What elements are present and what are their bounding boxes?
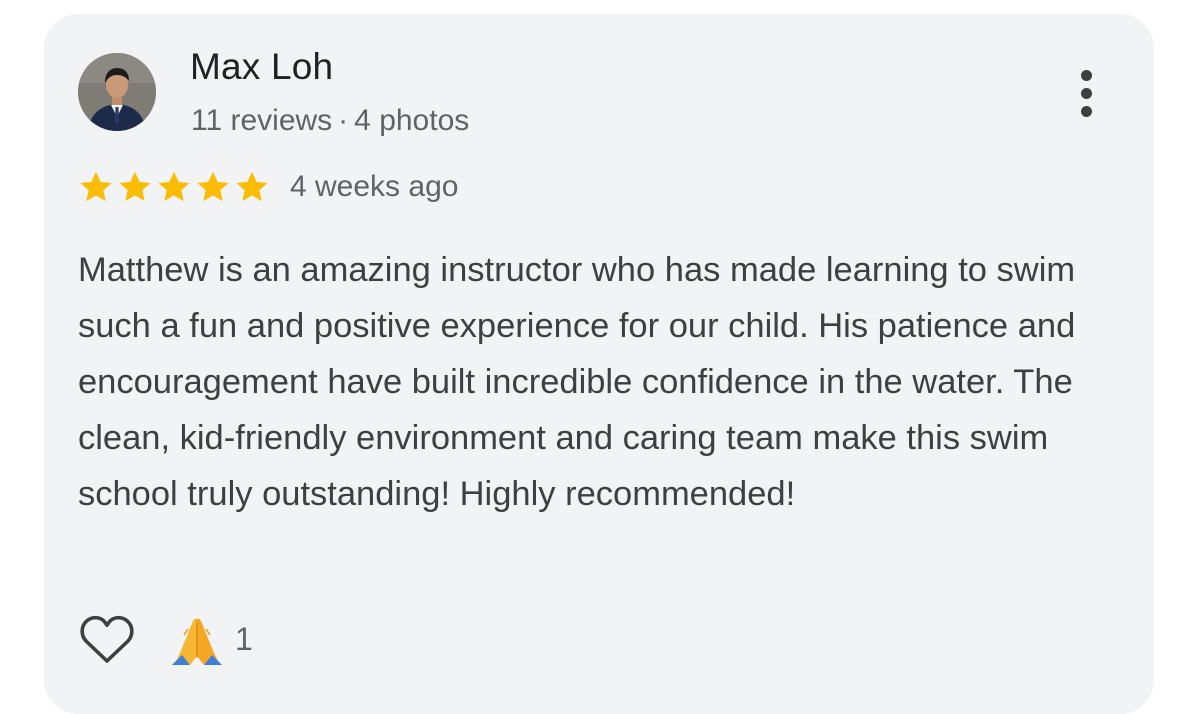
review-card: Max Loh 11 reviews · 4 photos 4 weeks ago … bbox=[44, 14, 1154, 714]
author-name[interactable]: Max Loh bbox=[190, 46, 333, 88]
more-vertical-icon bbox=[1081, 70, 1092, 81]
meta-separator: · bbox=[338, 104, 349, 137]
review-count: 11 reviews bbox=[191, 104, 333, 137]
reaction-count: 1 bbox=[235, 621, 253, 657]
photo-count: 4 photos bbox=[354, 104, 470, 137]
review-text: Matthew is an amazing instructor who has… bbox=[78, 251, 1076, 513]
star-icon bbox=[197, 171, 229, 202]
author-stats: 11 reviews · 4 photos bbox=[191, 104, 469, 138]
folded-hands-icon bbox=[172, 618, 222, 665]
star-icon bbox=[80, 171, 112, 202]
more-options-button[interactable] bbox=[1074, 68, 1100, 120]
more-vertical-icon-dot-2 bbox=[1081, 88, 1092, 99]
star-icon bbox=[119, 171, 151, 202]
review-time: 4 weeks ago bbox=[290, 170, 459, 203]
heart-outline-icon bbox=[80, 615, 134, 663]
star-rating bbox=[78, 169, 270, 205]
like-button[interactable] bbox=[78, 614, 136, 666]
author-avatar[interactable] bbox=[78, 53, 156, 131]
more-vertical-icon-dot-3 bbox=[1081, 106, 1092, 117]
star-icon bbox=[158, 171, 190, 202]
star-icon bbox=[236, 171, 268, 202]
reaction-button[interactable] bbox=[170, 615, 224, 667]
